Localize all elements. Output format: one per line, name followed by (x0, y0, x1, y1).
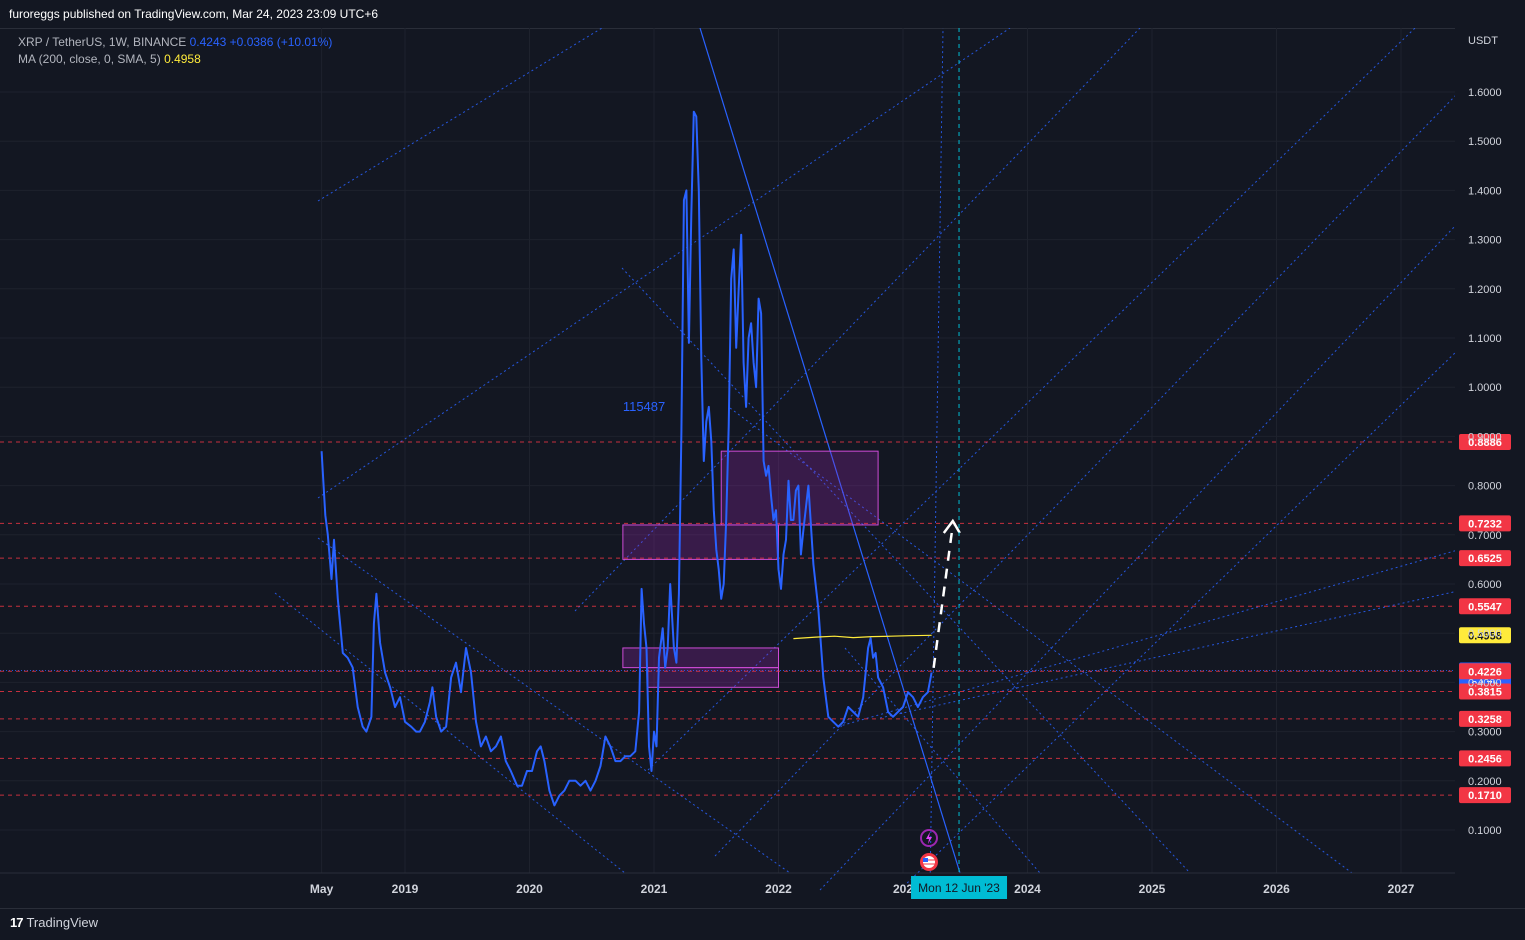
price-tick: 0.2000 (1468, 776, 1502, 788)
ma-value: 0.4958 (164, 52, 201, 66)
price-tick: 1.5000 (1468, 136, 1502, 148)
time-tick: 2020 (516, 882, 543, 896)
crosshair-date-label: Mon 12 Jun '23 (918, 881, 1000, 895)
price-zone (647, 667, 780, 688)
supply-demand-zones (622, 450, 879, 688)
publish-info: furoreggs published on TradingView.com, … (9, 7, 378, 21)
chart-annotation: 115487 (623, 399, 665, 414)
chart-area[interactable]: 115487 0.8886 0.7232 0.6525 0.5547 0.4958 0.4… (0, 27, 1525, 908)
trend-line (819, 222, 1459, 891)
chart-overlay: 115487 (623, 28, 961, 873)
price-change: +0.0386 (+10.01%) (229, 35, 333, 49)
trend-line (621, 267, 1191, 874)
trend-line (699, 27, 961, 874)
price-tick: 1.4000 (1468, 185, 1502, 197)
time-tick: 2024 (1014, 882, 1041, 896)
price-tick: 0.8000 (1468, 481, 1502, 493)
ma-name: MA (200, close, 0, SMA, 5) (18, 52, 161, 66)
price-axis-unit: USDT (1468, 35, 1498, 47)
trend-line (317, 27, 1011, 499)
trend-line (274, 592, 626, 874)
level-tag-label: 0.2456 (1468, 753, 1502, 765)
trend-line (832, 549, 1459, 729)
time-tick: 2025 (1139, 882, 1166, 896)
level-tag-label: 0.7232 (1468, 518, 1502, 530)
price-tick: 0.3000 (1468, 727, 1502, 739)
price-tick: 0.9000 (1468, 431, 1502, 443)
time-tick: 2026 (1263, 882, 1290, 896)
price-tick: 0.4000 (1468, 677, 1502, 689)
projection-arrow-head (942, 518, 961, 534)
price-tick: 1.2000 (1468, 284, 1502, 296)
price-tick: 1.6000 (1468, 87, 1502, 99)
price-tick: 0.6000 (1468, 579, 1502, 591)
trend-line (844, 647, 1041, 874)
level-tag-label: 0.3258 (1468, 714, 1502, 726)
level-tag-label: 0.1710 (1468, 790, 1502, 802)
price-tick: 0.7000 (1468, 530, 1502, 542)
publish-header: furoreggs published on TradingView.com, … (0, 0, 1525, 29)
level-tag-label: 0.5547 (1468, 601, 1502, 613)
time-tick: 2019 (392, 882, 419, 896)
price-tick: 0.1000 (1468, 825, 1502, 837)
time-tick: 2022 (765, 882, 792, 896)
footer-bar: 17 TradingView (0, 908, 1525, 940)
price-tick: 1.1000 (1468, 333, 1502, 345)
symbol-name: XRP / TetherUS, 1W, BINANCE (18, 35, 187, 49)
time-tick: 202 (893, 882, 913, 896)
ma-legend-row[interactable]: MA (200, close, 0, SMA, 5) 0.4958 (18, 51, 332, 68)
ma-line (793, 634, 932, 640)
tradingview-logo-icon: 17 (10, 915, 24, 930)
price-chart[interactable]: 115487 0.88860.72320.65250.55470.49580.4… (0, 27, 1525, 908)
last-price: 0.4243 (189, 35, 227, 49)
time-axis[interactable]: May 2019 2020 2021 2022 202 2024 2025 2026 2027 Mo… (0, 872, 1455, 899)
time-tick: May (310, 882, 334, 896)
trend-line (317, 27, 603, 202)
time-tick: 2021 (641, 882, 668, 896)
trend-line (899, 349, 1459, 891)
level-tag-label: 0.6525 (1468, 553, 1502, 565)
flag-canton-icon (923, 858, 928, 862)
price-axis[interactable]: 0.88860.72320.65250.55470.49580.42432d 7… (1455, 28, 1525, 908)
price-tick: 1.0000 (1468, 382, 1502, 394)
time-tick: 2027 (1388, 882, 1415, 896)
trend-line (317, 537, 791, 874)
projection-arrow (932, 524, 955, 668)
price-zone (622, 524, 779, 560)
price-tick: 0.5000 (1468, 628, 1502, 640)
symbol-legend-row[interactable]: XRP / TetherUS, 1W, BINANCE 0.4243 +0.03… (18, 34, 332, 51)
tradingview-brand[interactable]: 17 TradingView (10, 915, 98, 930)
brand-name: TradingView (26, 915, 99, 930)
chart-legend: XRP / TetherUS, 1W, BINANCE 0.4243 +0.03… (18, 34, 332, 68)
trend-line (879, 590, 1459, 719)
price-tick: 1.3000 (1468, 235, 1502, 247)
